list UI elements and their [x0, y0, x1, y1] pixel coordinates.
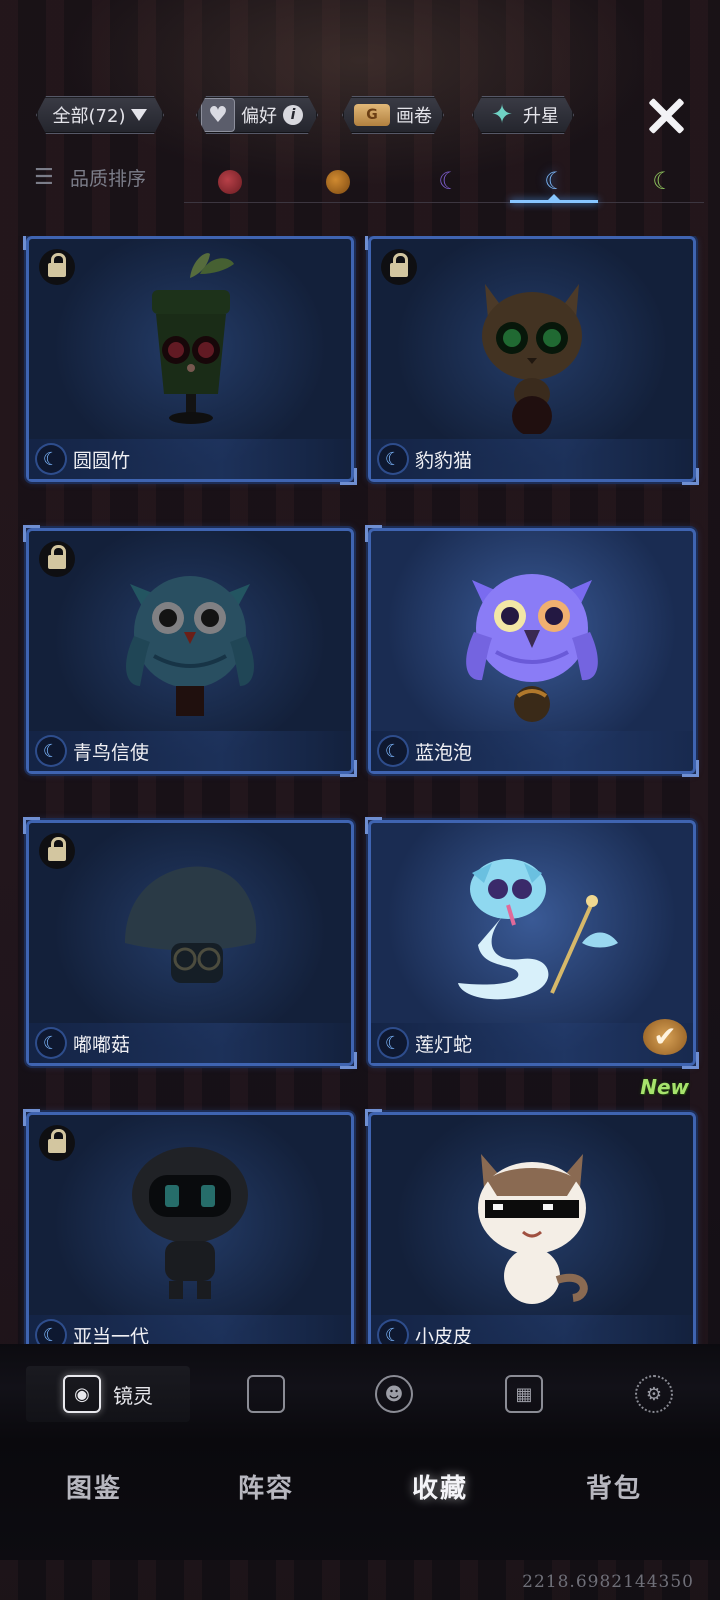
- collection-card[interactable]: ☾ 蓝泡泡: [365, 525, 699, 777]
- upgrade-star-button[interactable]: ✦ 升星: [472, 96, 574, 134]
- main-navigation: 图鉴 阵容 收藏 背包: [0, 1440, 720, 1560]
- dropdown-triangle-icon: [131, 109, 147, 121]
- blue-moon-icon: ☾: [37, 1321, 65, 1344]
- cool-cat-image: [371, 1115, 693, 1315]
- lock-icon: [39, 833, 75, 869]
- card-name-bar: ☾ 青鸟信使: [29, 731, 351, 771]
- filter-dropdown[interactable]: 全部(72): [36, 96, 164, 134]
- lock-icon: [39, 1125, 75, 1161]
- blue-moon-icon: ☾: [37, 445, 65, 473]
- blue-bird-owl-image: [29, 531, 351, 731]
- tab-mirror-spirit[interactable]: ◉ 镜灵: [26, 1366, 190, 1422]
- avatar-icon: ☻: [375, 1375, 413, 1413]
- card-name: 青鸟信使: [73, 741, 150, 764]
- ghost-card-icon: ◉: [63, 1375, 101, 1413]
- checkmark-icon: ✔: [643, 1019, 687, 1055]
- blue-moon-icon: ☾: [379, 737, 407, 765]
- robot-creature-image: [29, 1115, 351, 1315]
- nav-collection[interactable]: 收藏: [380, 1468, 500, 1505]
- preference-button[interactable]: ♥ 偏好 i: [196, 96, 318, 134]
- blue-moon-icon: ☾: [379, 445, 407, 473]
- new-badge: New: [640, 1075, 689, 1099]
- blue-moon-icon: ☾: [37, 737, 65, 765]
- filter-label: 全部(72): [52, 106, 126, 127]
- card-name: 圆圆竹: [73, 449, 131, 472]
- nav-handbook[interactable]: 图鉴: [34, 1468, 154, 1505]
- tab-pattern[interactable]: ▦: [500, 1366, 548, 1422]
- quality-sort-button[interactable]: ☰ 品质排序: [34, 164, 146, 191]
- card-stack-icon: [247, 1375, 285, 1413]
- quality-orange-tab[interactable]: [326, 170, 350, 194]
- pattern-card-icon: ▦: [505, 1375, 543, 1413]
- active-caret-icon: [548, 194, 560, 200]
- card-name: 亚当一代: [73, 1325, 150, 1345]
- blue-moon-icon: ☾: [379, 1321, 407, 1344]
- mushroom-creature-image: [29, 823, 351, 1023]
- info-icon[interactable]: i: [283, 105, 303, 125]
- card-name-bar: ☾ 亚当一代: [29, 1315, 351, 1344]
- nav-lineup[interactable]: 阵容: [206, 1468, 326, 1505]
- collection-card[interactable]: ☾ 莲灯蛇 ✔: [365, 817, 699, 1069]
- collection-card[interactable]: ☾ 豹豹猫: [365, 236, 699, 485]
- active-tab-indicator: [510, 200, 598, 203]
- blue-moon-icon: ☾: [37, 1029, 65, 1057]
- card-name-bar: ☾ 圆圆竹: [29, 439, 351, 479]
- card-name-bar: ☾ 小皮皮: [371, 1315, 693, 1344]
- nav-backpack[interactable]: 背包: [554, 1468, 674, 1505]
- lotus-lamp-snake-image: [371, 823, 693, 1023]
- top-bar: 全部(72) ♥ 偏好 i G 画卷 ✦ 升星: [0, 90, 720, 140]
- collection-grid: ☾ 圆圆竹 ☾ 豹豹猫 ☾ 青鸟信使 ☾ 蓝泡泡 ☾ 嘟嘟菇 ☾ 莲灯蛇 ✔ ☾…: [0, 236, 720, 1344]
- star-upgrade-icon: ✦: [491, 100, 513, 130]
- card-name: 蓝泡泡: [415, 741, 473, 764]
- quality-divider: [184, 202, 704, 203]
- collection-card[interactable]: ☾ 圆圆竹: [23, 236, 357, 485]
- collection-card[interactable]: ☾ 亚当一代: [23, 1109, 354, 1344]
- card-name: 莲灯蛇: [415, 1033, 473, 1056]
- purple-owl-image: [371, 531, 693, 731]
- card-name-bar: ☾ 豹豹猫: [371, 439, 693, 479]
- quality-purple-moon-icon[interactable]: ☾: [436, 168, 462, 194]
- tab-avatar[interactable]: ☻: [370, 1366, 418, 1422]
- tab-mirror-spirit-label: 镜灵: [113, 1383, 153, 1408]
- sort-icon: ☰: [34, 164, 54, 190]
- lock-icon: [39, 249, 75, 285]
- preference-label: 偏好: [241, 106, 277, 127]
- quality-sort-label: 品质排序: [70, 168, 147, 190]
- quality-red-tab[interactable]: [218, 170, 242, 194]
- upgrade-label: 升星: [523, 106, 559, 127]
- tab-gear[interactable]: ⚙: [630, 1366, 678, 1422]
- coordinate-readout: 2218.6982144350: [522, 1572, 694, 1592]
- quality-filter-bar: ☰ 品质排序 ☾ ☾ ☾: [0, 160, 720, 210]
- gear-icon: ⚙: [635, 1375, 673, 1413]
- blue-moon-icon: ☾: [379, 1029, 407, 1057]
- collection-card[interactable]: ☾ 青鸟信使: [23, 525, 357, 777]
- card-name: 豹豹猫: [415, 449, 473, 472]
- tab-cards[interactable]: [242, 1366, 290, 1422]
- scroll-button[interactable]: G 画卷: [342, 96, 444, 134]
- bamboo-pot-creature-image: [29, 239, 351, 439]
- leopard-cat-creature-image: [371, 239, 693, 439]
- close-icon[interactable]: [644, 94, 688, 138]
- scroll-icon: G: [354, 104, 390, 126]
- card-name-bar: ☾ 蓝泡泡: [371, 731, 693, 771]
- quality-green-moon-icon[interactable]: ☾: [650, 168, 676, 194]
- collection-card[interactable]: New ☾ 小皮皮: [365, 1075, 696, 1344]
- scroll-label: 画卷: [396, 106, 432, 127]
- lock-icon: [381, 249, 417, 285]
- card-name-bar: ☾ 嘟嘟菇: [29, 1023, 351, 1063]
- heart-icon: ♥: [201, 98, 235, 132]
- quality-blue-moon-icon[interactable]: ☾: [542, 168, 568, 194]
- card-name: 小皮皮: [415, 1325, 473, 1345]
- collection-card[interactable]: ☾ 嘟嘟菇: [23, 817, 357, 1069]
- lock-icon: [39, 541, 75, 577]
- card-name: 嘟嘟菇: [73, 1033, 131, 1056]
- category-tab-bar: ◉ 镜灵 ☻ ▦ ⚙: [0, 1344, 720, 1440]
